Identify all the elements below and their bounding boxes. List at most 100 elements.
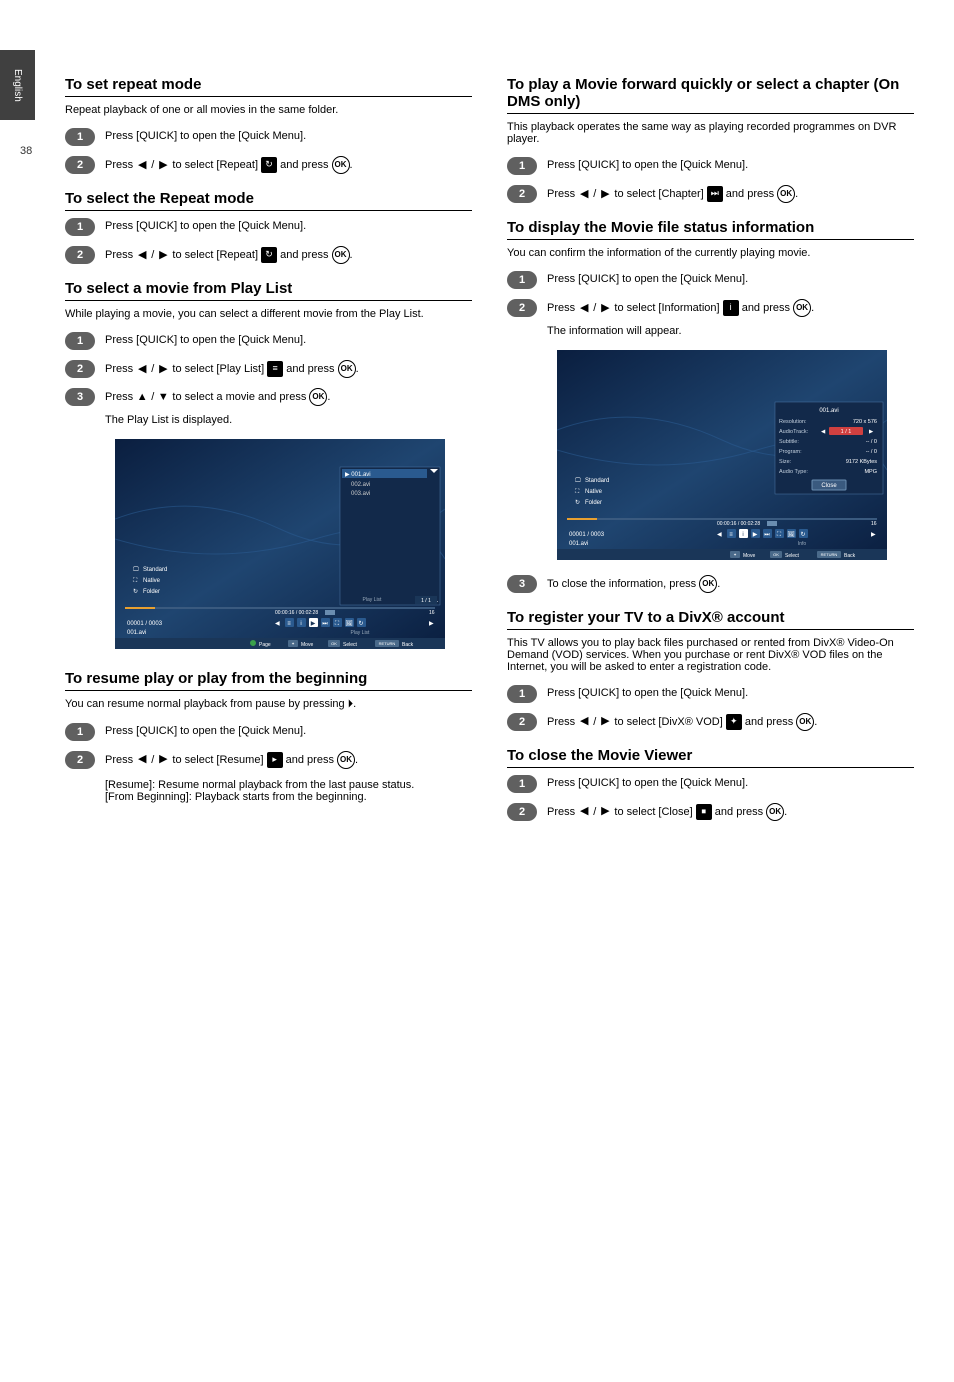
svg-text:Subtitle:: Subtitle: (779, 439, 799, 445)
step-badge: 1 (65, 723, 95, 741)
close-icon: ⏹ (696, 804, 712, 820)
left-arrow-icon: ◀ (136, 159, 148, 171)
ok-button-icon: OK (332, 156, 350, 174)
section-title: To set repeat mode (65, 76, 472, 97)
repeat-icon: ↻ (261, 157, 277, 173)
left-arrow-icon: ◀ (578, 716, 590, 728)
step-text: Press [QUICK] to open the [Quick Menu]. (547, 271, 914, 288)
svg-text:Move: Move (743, 553, 755, 559)
step-badge: 1 (65, 332, 95, 350)
svg-text:Back: Back (402, 642, 414, 648)
step-badge: 1 (507, 271, 537, 289)
ok-button-icon: OK (699, 575, 717, 593)
step-text: Press [QUICK] to open the [Quick Menu]. (547, 775, 914, 792)
down-arrow-icon: ▼ (157, 391, 169, 403)
section-title: To display the Movie file status informa… (507, 219, 914, 240)
section-title: To select a movie from Play List (65, 280, 472, 301)
svg-text:001.avi: 001.avi (127, 630, 146, 636)
svg-text:↻: ↻ (800, 531, 805, 538)
svg-text:AudioTrack:: AudioTrack: (779, 429, 809, 435)
chapter-icon: ⏭ (707, 186, 723, 202)
svg-text:OK: OK (773, 552, 779, 557)
svg-text:i: i (742, 532, 743, 538)
section-title: To select the Repeat mode (65, 190, 472, 211)
right-arrow-icon: ▶ (599, 806, 611, 818)
section-sub: This playback operates the same way as p… (507, 121, 914, 145)
section-sub: You can confirm the information of the c… (507, 247, 914, 259)
step-text: Press ▲ / ▼ to select a movie and press … (105, 388, 472, 429)
svg-text:Folder: Folder (143, 589, 160, 595)
svg-text:▶ 001.avi: ▶ 001.avi (345, 472, 371, 478)
section-sub: While playing a movie, you can select a … (65, 308, 472, 320)
step-badge: 1 (65, 128, 95, 146)
step-text: To close the information, press OK. (547, 575, 914, 593)
svg-text:9172 KBytes: 9172 KBytes (846, 459, 877, 465)
step-text: Press ◀ / ▶ to select [Resume] ▸ and pre… (105, 751, 472, 769)
svg-text:▶: ▶ (429, 621, 434, 627)
svg-text:MPG: MPG (864, 469, 877, 475)
svg-text:↻: ↻ (358, 620, 363, 627)
section-sub: You can resume normal playback from paus… (65, 698, 472, 711)
step-badge: 3 (507, 575, 537, 593)
svg-text:▶: ▶ (753, 532, 758, 538)
svg-text:16: 16 (871, 521, 877, 527)
step-badge: 2 (65, 751, 95, 769)
svg-text:-- / 0: -- / 0 (866, 449, 877, 455)
svg-text:Select: Select (785, 553, 800, 559)
step-text: Press ◀ / ▶ to select [Play List] ≡ and … (105, 360, 472, 378)
svg-text:Info: Info (798, 541, 807, 547)
svg-text:720 x 576: 720 x 576 (853, 419, 877, 425)
section-sub: This TV allows you to play back files pu… (507, 637, 914, 673)
ok-button-icon: OK (766, 803, 784, 821)
step-text: Press [QUICK] to open the [Quick Menu]. (105, 723, 472, 740)
svg-text:🖵: 🖵 (133, 566, 139, 573)
step-text: Press [QUICK] to open the [Quick Menu]. (105, 128, 472, 145)
section-title: To register your TV to a DivX® account (507, 609, 914, 630)
step-text: Press [QUICK] to open the [Quick Menu]. (547, 685, 914, 702)
svg-text:🖼: 🖼 (787, 531, 795, 538)
svg-text:1 / 1: 1 / 1 (421, 598, 431, 604)
section-title: To close the Movie Viewer (507, 747, 914, 768)
svg-text:00:00:16 / 00:02:28: 00:00:16 / 00:02:28 (275, 610, 318, 616)
repeat-icon: ↻ (261, 247, 277, 263)
step-text: Press ◀ / ▶ to select [Repeat] ↻ and pre… (105, 156, 472, 174)
page-number: 38 (20, 145, 32, 157)
svg-text:Native: Native (143, 578, 161, 584)
svg-text:≡: ≡ (287, 621, 291, 627)
svg-text:Native: Native (585, 489, 603, 495)
step-badge: 2 (507, 713, 537, 731)
divx-icon: ✦ (726, 714, 742, 730)
right-arrow-icon: ▶ (157, 159, 169, 171)
svg-text:Select: Select (343, 642, 358, 648)
ok-button-icon: OK (777, 185, 795, 203)
svg-text:i: i (300, 621, 301, 627)
right-arrow-icon: ▶ (599, 716, 611, 728)
svg-text:🖵: 🖵 (575, 477, 581, 484)
svg-text:Standard: Standard (143, 567, 167, 573)
ok-button-icon: OK (338, 360, 356, 378)
step-text: Press [QUICK] to open the [Quick Menu]. (105, 218, 472, 235)
playlist-screenshot: 🖵Standard ⛶Native ↻Folder Play List ▶ 00… (115, 439, 445, 654)
step-badge: 1 (65, 218, 95, 236)
svg-text:Close: Close (821, 483, 837, 489)
step-text: Press ◀ / ▶ to select [DivX® VOD] ✦ and … (547, 713, 914, 731)
svg-text:Back: Back (844, 553, 856, 559)
svg-text:003.avi: 003.avi (351, 491, 370, 497)
svg-text:◀: ◀ (275, 621, 280, 627)
info-screenshot: 🖵Standard ⛶Native ↻Folder 001.avi Resolu… (557, 350, 887, 565)
right-arrow-icon: ▶ (157, 249, 169, 261)
left-column: To set repeat mode Repeat playback of on… (65, 60, 472, 831)
svg-text:Audio Type:: Audio Type: (779, 469, 808, 475)
step-text: Press [QUICK] to open the [Quick Menu]. (547, 157, 914, 174)
svg-text:◀: ◀ (717, 532, 722, 538)
step-badge: 2 (65, 360, 95, 378)
section-sub: Repeat playback of one or all movies in … (65, 104, 472, 116)
svg-text:Page: Page (259, 642, 271, 648)
svg-text:Play List: Play List (363, 597, 383, 603)
step-badge: 2 (65, 156, 95, 174)
left-arrow-icon: ◀ (136, 249, 148, 261)
ok-button-icon: OK (332, 246, 350, 264)
left-arrow-icon: ◀ (578, 188, 590, 200)
ok-button-icon: OK (337, 751, 355, 769)
svg-text:▶: ▶ (311, 621, 316, 627)
